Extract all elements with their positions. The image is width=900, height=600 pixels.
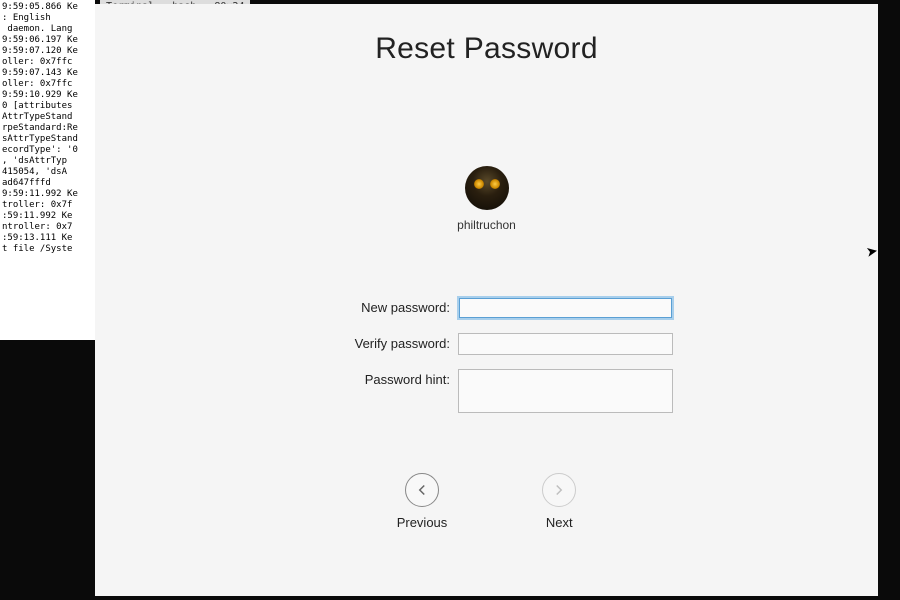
- verify-password-label: Verify password:: [300, 333, 450, 351]
- user-section: philtruchon: [457, 166, 516, 232]
- reset-password-window: Reset Password philtruchon New password:…: [95, 4, 878, 596]
- arrow-right-icon: [542, 473, 576, 507]
- previous-label: Previous: [397, 515, 448, 530]
- navigation-buttons: Previous Next: [397, 473, 577, 530]
- password-hint-row: Password hint:: [300, 369, 673, 413]
- previous-button[interactable]: Previous: [397, 473, 448, 530]
- arrow-left-icon: [405, 473, 439, 507]
- page-title: Reset Password: [375, 32, 598, 66]
- terminal-background: 9:59:05.866 Ke : English daemon. Lang 9:…: [0, 0, 95, 340]
- new-password-input[interactable]: [458, 297, 673, 319]
- next-button[interactable]: Next: [542, 473, 576, 530]
- next-label: Next: [546, 515, 573, 530]
- user-avatar-owl-icon: [465, 166, 509, 210]
- verify-password-row: Verify password:: [300, 333, 673, 355]
- verify-password-input[interactable]: [458, 333, 673, 355]
- username-label: philtruchon: [457, 218, 516, 232]
- new-password-row: New password:: [300, 297, 673, 319]
- new-password-label: New password:: [300, 297, 450, 315]
- password-hint-label: Password hint:: [300, 369, 450, 387]
- password-form: New password: Verify password: Password …: [300, 297, 673, 413]
- password-hint-input[interactable]: [458, 369, 673, 413]
